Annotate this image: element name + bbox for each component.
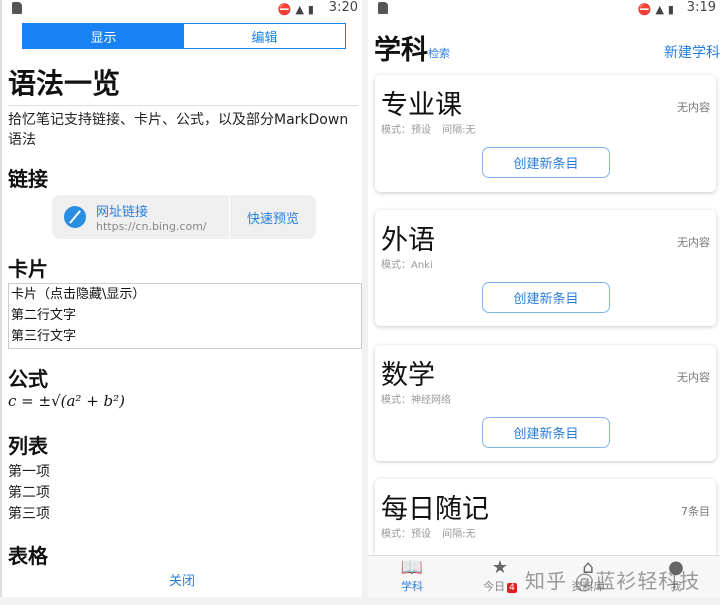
note-viewer-panel: ⛔▲▮ 3:20 显示 编辑 语法一览 拾忆笔记支持链接、卡片、公式，以及部分M… bbox=[0, 0, 362, 597]
card-line: 第二行文字 bbox=[11, 308, 77, 323]
subject-count: 7条目 bbox=[681, 505, 710, 518]
subject-meta: 模式：Anki bbox=[381, 260, 433, 271]
subjects-panel: ⛔▲▮ 3:19 学科 检索 新建学科 专业课 无内容 模式：预设 间隔:无 创… bbox=[368, 0, 720, 597]
tab-subjects[interactable]: 📖 学科 bbox=[368, 556, 456, 597]
search-link[interactable]: 检索 bbox=[428, 45, 450, 61]
mode-segmented-control: 显示 编辑 bbox=[22, 23, 346, 49]
subject-card[interactable]: 每日随记 7条目 模式：预设 间隔:无 bbox=[375, 479, 716, 559]
clock: 3:20 bbox=[328, 0, 358, 15]
signal-battery-icon: ⛔▲▮ bbox=[277, 3, 318, 16]
tab-display[interactable]: 显示 bbox=[23, 24, 184, 48]
subject-card[interactable]: 外语 无内容 模式：Anki 创建新条目 bbox=[375, 210, 716, 326]
subject-name: 外语 bbox=[381, 225, 435, 256]
status-bar: ⛔▲▮ 3:20 bbox=[2, 0, 362, 18]
card-line: 卡片（点击隐藏\显示） bbox=[11, 287, 146, 302]
sd-card-icon bbox=[378, 2, 388, 14]
card-line: 第三行文字 bbox=[11, 329, 77, 344]
quick-preview-button[interactable]: 快速预览 bbox=[230, 195, 316, 239]
link-url: https://cn.bing.com/ bbox=[96, 220, 207, 233]
subject-count: 无内容 bbox=[677, 371, 710, 384]
status-bar: ⛔▲▮ 3:19 bbox=[368, 0, 720, 18]
link-open[interactable]: 网址链接 https://cn.bing.com/ bbox=[52, 195, 230, 239]
divider bbox=[8, 105, 358, 106]
list-item: 第三项 bbox=[8, 506, 50, 522]
tab-label: 今日 bbox=[483, 580, 506, 593]
formula: c = ±√(a² + b²) bbox=[8, 392, 126, 410]
subject-name: 每日随记 bbox=[381, 494, 489, 525]
badge-count: 4 bbox=[507, 583, 517, 593]
subject-card[interactable]: 数学 无内容 模式：神经网络 创建新条目 bbox=[375, 345, 716, 461]
subject-meta: 模式：神经网络 bbox=[381, 395, 451, 406]
sd-card-icon bbox=[12, 2, 22, 14]
subject-count: 无内容 bbox=[677, 236, 710, 249]
subject-name: 专业课 bbox=[381, 90, 462, 121]
compass-icon bbox=[64, 206, 86, 228]
subject-card[interactable]: 专业课 无内容 模式：预设 间隔:无 创建新条目 bbox=[375, 75, 716, 192]
collapsible-card[interactable]: 卡片（点击隐藏\显示） 第二行文字 第三行文字 bbox=[8, 283, 362, 349]
create-entry-button[interactable]: 创建新条目 bbox=[482, 417, 610, 448]
list-item: 第二项 bbox=[8, 485, 50, 501]
heading-list: 列表 bbox=[8, 434, 48, 458]
signal-battery-icon: ⛔▲▮ bbox=[637, 3, 678, 16]
tab-label: 学科 bbox=[401, 580, 423, 593]
create-entry-button[interactable]: 创建新条目 bbox=[482, 147, 610, 178]
watermark: 知乎 @蓝衫轻科技 bbox=[525, 569, 701, 593]
create-entry-button[interactable]: 创建新条目 bbox=[482, 282, 610, 313]
subject-meta: 模式：预设 间隔:无 bbox=[381, 125, 476, 136]
page-title: 语法一览 bbox=[8, 67, 121, 100]
subject-meta: 模式：预设 间隔:无 bbox=[381, 529, 476, 540]
subject-name: 数学 bbox=[381, 360, 435, 391]
star-icon: ★ bbox=[491, 557, 509, 578]
link-title: 网址链接 bbox=[96, 205, 149, 220]
close-button[interactable]: 关闭 bbox=[2, 570, 362, 589]
intro-text: 拾忆笔记支持链接、卡片、公式，以及部分MarkDown语法 bbox=[8, 112, 349, 148]
page-title: 学科 bbox=[374, 35, 428, 66]
heading-formula: 公式 bbox=[8, 367, 48, 391]
heading-card: 卡片 bbox=[8, 257, 48, 281]
link-card: 网址链接 https://cn.bing.com/ 快速预览 bbox=[52, 195, 316, 239]
subject-count: 无内容 bbox=[677, 101, 710, 114]
book-icon: 📖 bbox=[400, 557, 424, 578]
heading-table: 表格 bbox=[8, 544, 48, 568]
heading-link: 链接 bbox=[8, 167, 48, 191]
tab-edit[interactable]: 编辑 bbox=[184, 24, 345, 48]
list-item: 第一项 bbox=[8, 464, 50, 480]
clock: 3:19 bbox=[686, 0, 716, 15]
new-subject-button[interactable]: 新建学科 bbox=[664, 42, 720, 62]
